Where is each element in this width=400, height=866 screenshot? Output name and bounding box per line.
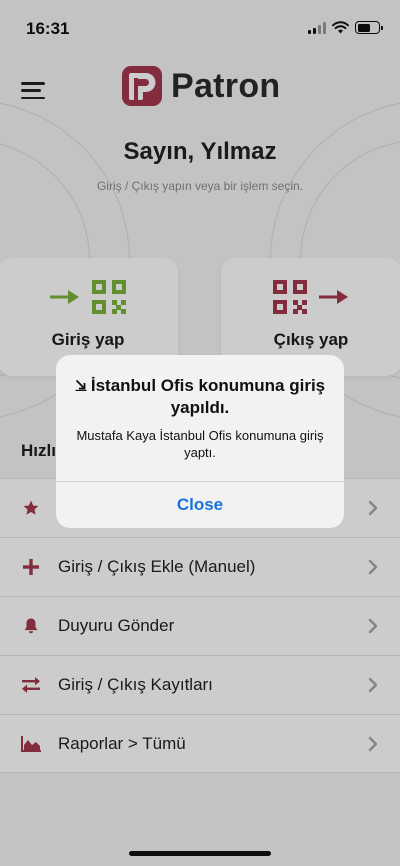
alert-message: Mustafa Kaya İstanbul Ofis konumuna giri… bbox=[76, 428, 324, 460]
alert-title-row: İstanbul Ofis konumuna giriş yapıldı. bbox=[68, 375, 332, 419]
close-button[interactable]: Close bbox=[56, 482, 344, 528]
alert-title: İstanbul Ofis konumuna giriş yapıldı. bbox=[90, 376, 326, 417]
check-in-alert-dialog: İstanbul Ofis konumuna giriş yapıldı. Mu… bbox=[56, 355, 344, 528]
arrow-down-right-icon bbox=[75, 375, 87, 397]
